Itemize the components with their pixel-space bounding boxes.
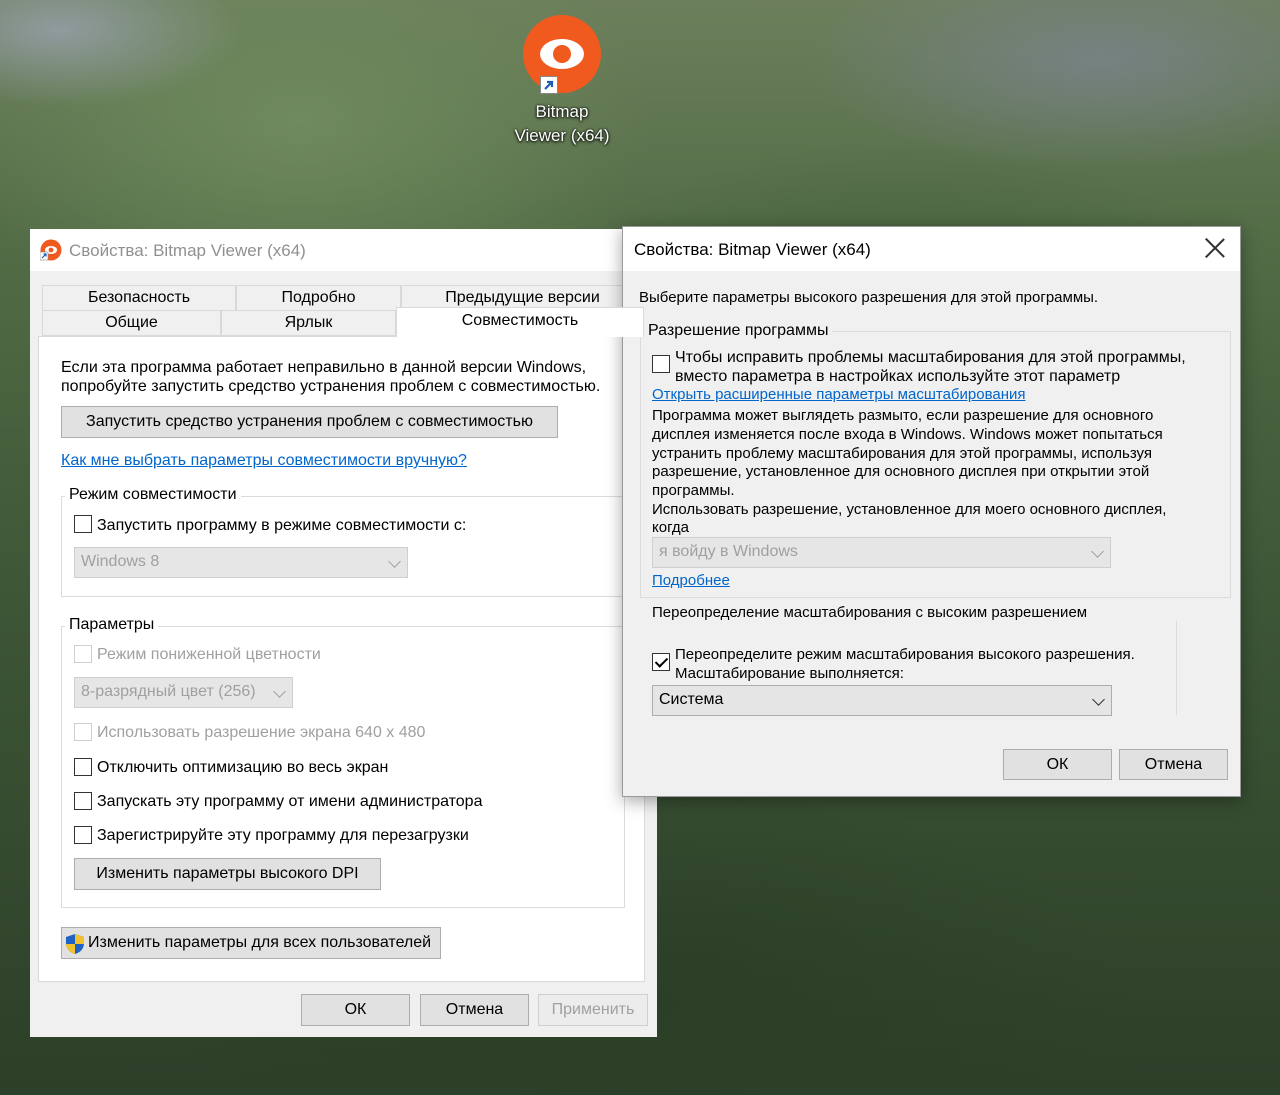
compatibility-panel: Если эта программа работает неправильно … xyxy=(38,336,645,982)
dpi-heading: Выберите параметры высокого разрешения д… xyxy=(639,289,1099,306)
run-as-admin-label: Запускать эту программу от имени админис… xyxy=(97,793,483,810)
intro-text-line2: попробуйте запустить средство устранения… xyxy=(61,378,601,395)
reduced-color-checkbox[interactable] xyxy=(74,645,92,663)
when-select[interactable]: я войду в Windows xyxy=(652,537,1111,568)
run-troubleshooter-button[interactable]: Запустить средство устранения проблем с … xyxy=(61,406,558,438)
params-group-title: Параметры xyxy=(65,616,159,634)
tab-general[interactable]: Общие xyxy=(42,310,221,336)
program-dpi-checkbox[interactable] xyxy=(652,355,670,373)
chevron-down-icon xyxy=(388,555,401,568)
dpi-desc-line4: разрешение, установленное для основного … xyxy=(652,463,1150,480)
compat-mode-label: Запустить программу в режиме совместимос… xyxy=(97,517,467,534)
compat-mode-group-title: Режим совместимости xyxy=(65,486,241,504)
more-info-link[interactable]: Подробнее xyxy=(652,571,730,590)
compat-os-value: Windows 8 xyxy=(81,553,160,570)
bitmap-viewer-logo-icon xyxy=(522,14,602,94)
override-label-line1: Переопределите режим масштабирования выс… xyxy=(675,646,1135,663)
properties-titlebar[interactable]: Свойства: Bitmap Viewer (x64) xyxy=(30,229,657,271)
chevron-down-icon xyxy=(1091,545,1104,558)
desktop-icon-label-line2: Viewer (x64) xyxy=(514,126,610,145)
use-res-line2: когда xyxy=(652,519,689,536)
cancel-button[interactable]: Отмена xyxy=(420,994,529,1026)
use-res-line1: Использовать разрешение, установленное д… xyxy=(652,501,1167,518)
dpi-cancel-button[interactable]: Отмена xyxy=(1119,749,1228,780)
properties-dialog: Свойства: Bitmap Viewer (x64) Безопаснос… xyxy=(30,229,657,1037)
dpi-desc-line2: дисплея изменяется после входа в Windows… xyxy=(652,426,1163,443)
manual-settings-link[interactable]: Как мне выбрать параметры совместимости … xyxy=(61,451,467,470)
program-dpi-group-title: Разрешение программы xyxy=(644,322,833,340)
dpi-desc-line3: устранить проблему масштабирования для э… xyxy=(652,445,1153,462)
ok-button[interactable]: ОК xyxy=(301,994,410,1026)
properties-title: Свойства: Bitmap Viewer (x64) xyxy=(69,241,306,260)
dpi-titlebar[interactable]: Свойства: Bitmap Viewer (x64) xyxy=(623,227,1240,271)
when-select-value: я войду в Windows xyxy=(659,543,798,560)
program-dpi-label-line2: вместо параметра в настройках используйт… xyxy=(675,368,1121,385)
apply-button[interactable]: Применить xyxy=(538,994,648,1026)
scaling-mode-value: Система xyxy=(659,691,724,708)
dpi-settings-dialog: Свойства: Bitmap Viewer (x64) Выберите п… xyxy=(622,226,1241,797)
change-dpi-button[interactable]: Изменить параметры высокого DPI xyxy=(74,858,381,890)
change-all-users-button[interactable]: Изменить параметры для всех пользователе… xyxy=(61,927,441,959)
override-checkbox[interactable] xyxy=(652,653,670,671)
register-restart-checkbox[interactable] xyxy=(74,826,92,844)
tab-compatibility[interactable]: Совместимость xyxy=(396,307,644,337)
compat-mode-checkbox[interactable] xyxy=(74,515,92,533)
register-restart-label: Зарегистрируйте эту программу для переза… xyxy=(97,827,469,844)
run-as-admin-checkbox[interactable] xyxy=(74,792,92,810)
reduced-color-label: Режим пониженной цветности xyxy=(97,646,321,663)
chevron-down-icon xyxy=(1092,693,1105,706)
program-dpi-label-line1: Чтобы исправить проблемы масштабирования… xyxy=(675,349,1186,366)
tab-shortcut[interactable]: Ярлык xyxy=(221,310,396,336)
resolution-640-label: Использовать разрешение экрана 640 x 480 xyxy=(97,724,426,741)
override-label-line2: Масштабирование выполняется: xyxy=(675,665,904,682)
override-group-title: Переопределение масштабирования с высоки… xyxy=(648,604,1092,621)
color-depth-value: 8-разрядный цвет (256) xyxy=(81,683,256,700)
intro-text-line1: Если эта программа работает неправильно … xyxy=(61,359,587,376)
uac-shield-icon xyxy=(65,933,85,955)
app-small-icon xyxy=(39,239,62,261)
tab-security[interactable]: Безопасность xyxy=(42,285,236,311)
compat-os-select[interactable]: Windows 8 xyxy=(74,547,408,578)
disable-fullscreen-label: Отключить оптимизацию во весь экран xyxy=(97,759,389,776)
dpi-ok-button[interactable]: ОК xyxy=(1003,749,1112,780)
desktop-icon-bitmap-viewer[interactable]: Bitmap Viewer (x64) xyxy=(506,14,618,148)
dpi-dialog-title: Свойства: Bitmap Viewer (x64) xyxy=(634,240,871,259)
scaling-mode-select[interactable]: Система xyxy=(652,685,1112,716)
disable-fullscreen-checkbox[interactable] xyxy=(74,758,92,776)
chevron-down-icon xyxy=(273,685,286,698)
dpi-desc-line1: Программа может выглядеть размыто, если … xyxy=(652,407,1154,424)
change-all-users-label: Изменить параметры для всех пользователе… xyxy=(88,934,432,951)
dpi-desc-line5: программы. xyxy=(652,482,735,499)
desktop-icon-label-line1: Bitmap xyxy=(535,102,589,121)
shortcut-arrow-icon xyxy=(540,76,558,94)
resolution-640-checkbox[interactable] xyxy=(74,723,92,741)
color-depth-select[interactable]: 8-разрядный цвет (256) xyxy=(74,677,293,708)
advanced-scaling-link[interactable]: Открыть расширенные параметры масштабиро… xyxy=(652,385,1026,404)
tab-details[interactable]: Подробно xyxy=(236,285,401,311)
close-icon[interactable] xyxy=(1204,237,1226,259)
